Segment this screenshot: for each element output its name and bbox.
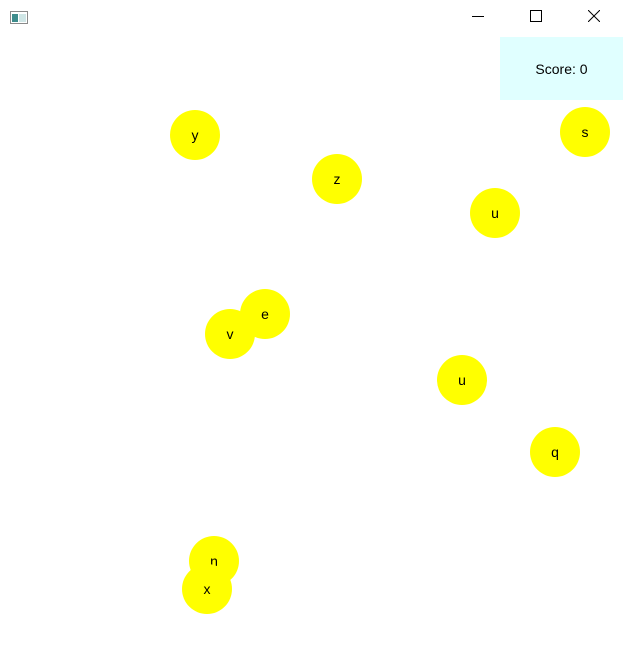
ball-letter: e (261, 306, 269, 322)
title-bar[interactable] (0, 0, 623, 36)
letter-ball[interactable]: u (470, 188, 520, 238)
window-app-icon (10, 11, 28, 24)
ball-letter: x (203, 581, 211, 597)
letter-ball[interactable]: u (437, 355, 487, 405)
game-window: Score: 0 y z s u e v u q n x (0, 0, 623, 659)
ball-letter: v (226, 326, 234, 342)
ball-letter: s (581, 124, 589, 140)
score-label: Score: 0 (535, 60, 588, 77)
score-display: Score: 0 (500, 37, 623, 100)
close-button[interactable] (565, 0, 623, 36)
ball-letter: z (333, 171, 341, 187)
ball-letter: u (491, 205, 499, 221)
letter-ball[interactable]: s (560, 107, 610, 157)
letter-ball[interactable]: y (170, 110, 220, 160)
minimize-button[interactable] (449, 0, 507, 36)
letter-ball[interactable]: v (205, 309, 255, 359)
ball-letter: q (551, 444, 559, 460)
letter-ball[interactable]: z (312, 154, 362, 204)
ball-letter: u (458, 372, 466, 388)
letter-ball[interactable]: q (530, 427, 580, 477)
maximize-icon (530, 9, 542, 27)
letter-ball[interactable]: x (182, 564, 232, 614)
close-icon (587, 9, 601, 27)
maximize-button[interactable] (507, 0, 565, 36)
ball-letter: y (191, 127, 199, 143)
minimize-icon (472, 9, 484, 27)
